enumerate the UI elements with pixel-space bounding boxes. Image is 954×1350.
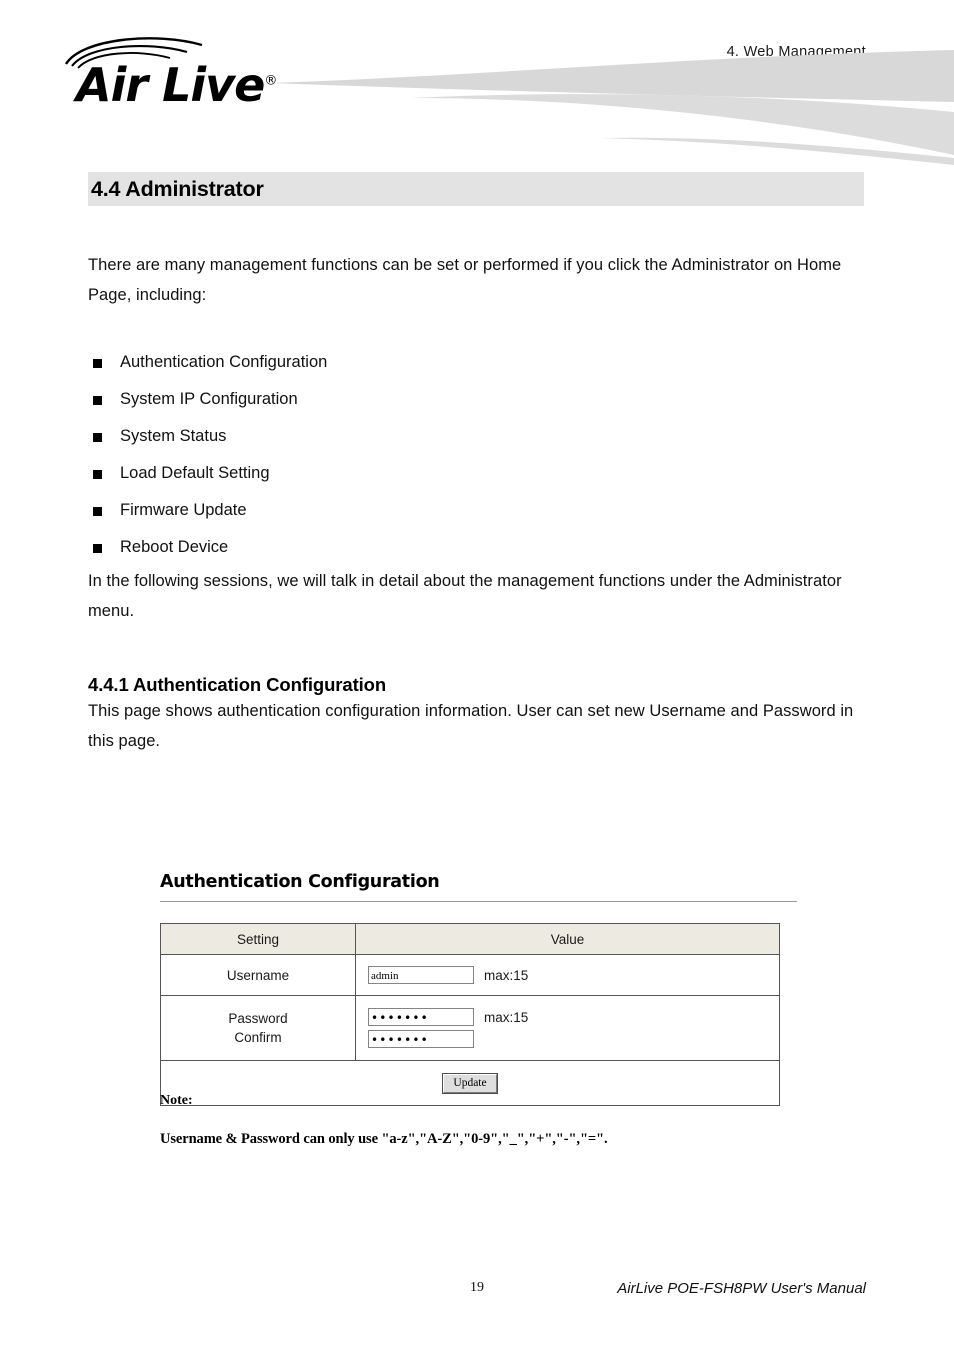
list-item: Load Default Setting: [88, 455, 878, 492]
table-header-row: Setting Value: [160, 923, 780, 955]
bullet-square-icon: [93, 507, 102, 516]
update-button[interactable]: Update: [442, 1072, 498, 1094]
section-title-bar: 4.4 Administrator: [88, 172, 864, 206]
list-item-label: Load Default Setting: [120, 464, 270, 482]
username-input[interactable]: admin: [368, 966, 474, 984]
row-label-password: Password: [228, 1011, 288, 1026]
airlive-logo: Air Live®: [62, 36, 302, 116]
bullet-square-icon: [93, 433, 102, 442]
row-value-username: admin max:15: [355, 954, 780, 996]
page-footer: 19 AirLive POE-FSH8PW User's Manual: [0, 1280, 954, 1302]
list-item: System Status: [88, 418, 878, 455]
list-item: Firmware Update: [88, 492, 878, 529]
list-item-label: System IP Configuration: [120, 390, 298, 408]
row-value-password-confirm: ••••••• max:15 •••••••: [355, 995, 780, 1061]
intro-paragraph: There are many management functions can …: [88, 256, 842, 304]
column-header-value: Value: [355, 923, 780, 955]
list-item: Authentication Configuration: [88, 344, 878, 381]
table-row: Username admin max:15: [160, 954, 780, 996]
page-title: 4.4 Administrator: [91, 176, 264, 201]
note-label: Note:: [160, 1093, 193, 1108]
row-label-password-confirm: Password Confirm: [160, 995, 356, 1061]
note-block: Note: Username & Password can only use "…: [160, 1093, 840, 1148]
bullet-square-icon: [93, 359, 102, 368]
row-label-username: Username: [160, 954, 356, 996]
table-row: Password Confirm ••••••• max:15 •••••••: [160, 995, 780, 1061]
list-item-label: Firmware Update: [120, 501, 247, 519]
bullet-square-icon: [93, 396, 102, 405]
main-content: There are many management functions can …: [88, 250, 878, 756]
confirm-field-line: •••••••: [368, 1030, 779, 1048]
manual-title-footer: AirLive POE-FSH8PW User's Manual: [617, 1280, 866, 1297]
username-field-line: admin max:15: [368, 966, 779, 984]
list-item-label: System Status: [120, 427, 227, 445]
note-text: Username & Password can only use "a-z","…: [160, 1131, 608, 1147]
subsection-title: 4.4.1 Authentication Configuration: [88, 674, 387, 695]
ui-title-divider: [160, 901, 797, 902]
logo-wordmark-text: Air Live: [76, 58, 265, 112]
confirm-password-input[interactable]: •••••••: [368, 1030, 474, 1048]
page-header: 4. Web Management Air Live®: [0, 0, 954, 165]
logo-wordmark: Air Live®: [76, 62, 277, 108]
authentication-configuration-screenshot: Authentication Configuration Setting Val…: [160, 872, 800, 1106]
list-item-label: Authentication Configuration: [120, 353, 328, 371]
password-field-line: ••••••• max:15: [368, 1008, 779, 1026]
password-input[interactable]: •••••••: [368, 1008, 474, 1026]
username-max-label: max:15: [484, 967, 529, 983]
ui-panel-title: Authentication Configuration: [160, 872, 440, 892]
list-item: System IP Configuration: [88, 381, 878, 418]
bullet-square-icon: [93, 544, 102, 553]
following-paragraph: In the following sessions, we will talk …: [88, 572, 842, 620]
feature-list: Authentication Configuration System IP C…: [88, 344, 878, 566]
list-item-label: Reboot Device: [120, 538, 229, 556]
bullet-square-icon: [93, 470, 102, 479]
password-max-label: max:15: [484, 1009, 529, 1025]
header-swoosh-graphic: [270, 50, 954, 165]
subsection-paragraph: This page shows authentication configura…: [88, 702, 854, 750]
list-item: Reboot Device: [88, 529, 878, 566]
authentication-settings-table: Setting Value Username admin max:15 Pass…: [160, 923, 780, 1106]
column-header-setting: Setting: [160, 923, 356, 955]
row-label-confirm: Confirm: [234, 1030, 282, 1045]
